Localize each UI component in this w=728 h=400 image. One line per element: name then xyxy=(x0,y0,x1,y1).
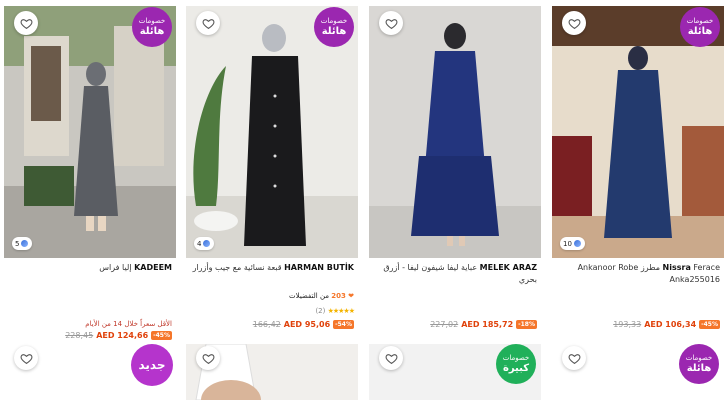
promo-badge-line1: خصومات xyxy=(686,16,714,25)
current-price: AED 124,66 xyxy=(96,331,149,340)
current-price: AED 185,72 xyxy=(461,320,514,329)
product-card[interactable]: خصومات هائلة 4 HARMAN BUTİK قبعة نسائية … xyxy=(186,0,358,400)
product-title[interactable]: KADEEM إليا فراس xyxy=(8,262,172,274)
favorites-row: ❤ 203 من التفضيلات xyxy=(289,292,354,300)
color-count: 4 xyxy=(197,239,202,248)
price-row: 166,42 AED 95,06 -54% xyxy=(253,320,354,329)
favorite-heart-icon[interactable] xyxy=(14,11,38,35)
color-count: 10 xyxy=(563,239,572,248)
discount-badge: -45% xyxy=(699,320,720,329)
heart-filled-icon: ❤ xyxy=(348,292,354,300)
favorite-heart-icon[interactable] xyxy=(562,346,586,370)
product-grid: خصومات هائلة 5 KADEEM إليا فراس الأقل سع… xyxy=(0,0,728,400)
discount-badge: -54% xyxy=(333,320,354,329)
favorite-heart-icon[interactable] xyxy=(562,11,586,35)
promo-badge-line1: خصومات xyxy=(502,353,530,362)
new-badge: جديد xyxy=(131,344,173,386)
product-name: إليا فراس xyxy=(99,263,132,272)
promo-badge-line1: خصومات xyxy=(320,16,348,25)
color-count-badge: 10 xyxy=(560,237,585,250)
current-price: AED 106,34 xyxy=(644,320,697,329)
color-count: 5 xyxy=(15,239,20,248)
product-title[interactable]: Nissra Ferace مطرز Ankanoor Robe Anka255… xyxy=(556,262,720,286)
promo-badge: خصومات هائلة xyxy=(132,7,172,47)
promo-badge-line1: خصومات xyxy=(685,353,713,362)
lowest-price-note: الأقل سعراً خلال 14 من الأيام xyxy=(85,320,172,328)
product-title[interactable]: MELEK ARAZ عباية ليفا شيفون ليفا - أزرق … xyxy=(373,262,537,286)
product-brand: MELEK ARAZ xyxy=(479,263,537,272)
favorite-heart-icon[interactable] xyxy=(14,346,38,370)
discount-badge: -45% xyxy=(151,331,172,340)
product-card[interactable]: MELEK ARAZ عباية ليفا شيفون ليفا - أزرق … xyxy=(369,0,541,400)
product-image[interactable] xyxy=(369,6,541,258)
promo-badge-line2: هائلة xyxy=(687,25,713,37)
favorites-label: من التفضيلات xyxy=(289,292,330,300)
current-price: AED 95,06 xyxy=(283,320,331,329)
promo-badge: خصومات هائلة xyxy=(679,344,719,384)
discount-badge: -18% xyxy=(516,320,537,329)
promo-badge-line2: هائلة xyxy=(321,25,347,37)
product-name: Ferace مطرز Ankanoor Robe Anka255016 xyxy=(577,263,720,284)
promo-badge-line1: خصومات xyxy=(138,16,166,25)
color-swatch-icon xyxy=(21,240,29,247)
promo-badge-line2: كبيرة xyxy=(502,362,530,374)
promo-badge: خصومات هائلة xyxy=(314,7,354,47)
promo-badge-line2: هائلة xyxy=(139,25,165,37)
favorites-count: 203 xyxy=(331,292,346,300)
product-brand: KADEEM xyxy=(134,263,172,272)
rating-row: (2) ★★★★★ xyxy=(315,307,355,315)
old-price: 228,45 xyxy=(65,331,94,340)
rating-stars-icon: ★★★★★ xyxy=(327,307,355,315)
old-price: 227,02 xyxy=(430,320,459,329)
old-price: 193,33 xyxy=(613,320,642,329)
color-swatch-icon xyxy=(573,240,581,247)
price-row: 193,33 AED 106,34 -45% xyxy=(613,320,720,329)
price-row: 227,02 AED 185,72 -18% xyxy=(430,320,537,329)
rating-count: (2) xyxy=(315,307,326,315)
old-price: 166,42 xyxy=(252,320,281,329)
promo-badge: خصومات هائلة xyxy=(680,7,720,47)
promo-badge-green: خصومات كبيرة xyxy=(496,344,536,384)
favorite-heart-icon[interactable] xyxy=(379,11,403,35)
product-card[interactable]: خصومات هائلة 10 Nissra Ferace مطرز Ankan… xyxy=(552,0,724,400)
color-count-badge: 4 xyxy=(194,237,215,250)
product-card[interactable]: خصومات هائلة 5 KADEEM إليا فراس الأقل سع… xyxy=(4,0,176,400)
price-row: 228,45 AED 124,66 -45% xyxy=(65,331,172,340)
product-title[interactable]: HARMAN BUTİK قبعة نسائية مع جيب وأزرار xyxy=(190,262,354,274)
lowest-price-text: الأقل سعراً خلال 14 من الأيام xyxy=(85,320,172,328)
color-swatch-icon xyxy=(203,240,211,247)
product-brand: Nissra xyxy=(662,263,691,272)
favorite-heart-icon[interactable] xyxy=(196,346,220,370)
favorite-heart-icon[interactable] xyxy=(196,11,220,35)
color-count-badge: 5 xyxy=(12,237,33,250)
favorite-heart-icon[interactable] xyxy=(379,346,403,370)
promo-badge-line2: هائلة xyxy=(686,362,712,374)
product-name: قبعة نسائية مع جيب وأزرار xyxy=(192,263,282,272)
product-brand: HARMAN BUTİK xyxy=(284,263,354,272)
